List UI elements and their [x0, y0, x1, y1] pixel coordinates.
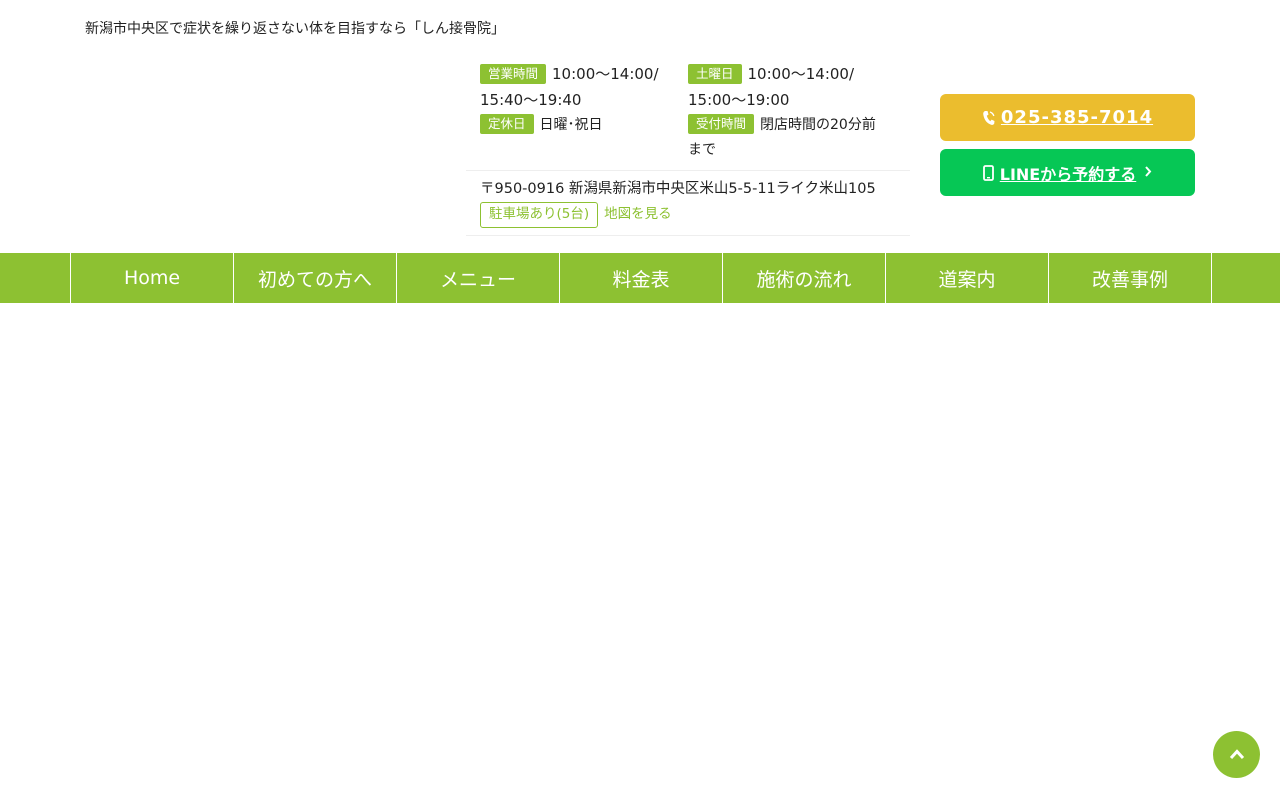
nav-item-home[interactable]: Home: [71, 253, 234, 303]
saturday-hours-badge: 土曜日: [688, 64, 742, 84]
phone-number: 025-385-7014: [1000, 107, 1154, 128]
nav-item-treatment-flow[interactable]: 施術の流れ: [723, 253, 886, 303]
chevron-right-icon: [1144, 165, 1152, 181]
line-reservation-button[interactable]: LINEから予約する: [940, 149, 1195, 196]
smartphone-icon: [982, 164, 994, 181]
hours-column-right: 土曜日 10:00〜14:00/ 15:00〜19:00 受付時間 閉店時間の20分…: [688, 62, 910, 163]
phone-call-button[interactable]: 025-385-7014: [940, 94, 1195, 141]
nav-inner: Home 初めての方へ メニュー 料金表 施術の流れ 道案内 改善事例: [70, 253, 1212, 303]
phone-icon: [982, 110, 995, 126]
reception-hours-line2: まで: [688, 142, 716, 158]
weekday-hours-line2: 15:40〜19:40: [480, 91, 582, 109]
weekday-hours-line1: 10:00〜14:00/: [552, 65, 659, 83]
map-link[interactable]: 地図を見る: [604, 206, 672, 222]
nav-item-menu[interactable]: メニュー: [397, 253, 560, 303]
nav-item-case-studies[interactable]: 改善事例: [1049, 253, 1212, 303]
address-box: 〒950-0916 新潟県新潟市中央区米山5-5-11ライク米山105 駐車場あ…: [466, 170, 910, 236]
parking-row: 駐車場あり(5台) 地図を見る: [480, 202, 896, 228]
weekday-hours-badge: 営業時間: [480, 64, 547, 84]
line-reservation-label: LINEから予約する: [999, 164, 1137, 184]
saturday-hours-line2: 15:00〜19:00: [688, 91, 790, 109]
page: 新潟市中央区で症状を繰り返さない体を目指すなら「しん接骨院」 営業時間 10:00…: [0, 0, 1280, 800]
global-nav: Home 初めての方へ メニュー 料金表 施術の流れ 道案内 改善事例: [0, 253, 1280, 303]
nav-item-first-visit[interactable]: 初めての方へ: [234, 253, 397, 303]
closed-days-badge: 定休日: [480, 114, 534, 134]
business-info: 営業時間 10:00〜14:00/ 15:40〜19:40 定休日 日曜･祝日 土曜…: [466, 58, 910, 236]
site-tagline: 新潟市中央区で症状を繰り返さない体を目指すなら「しん接骨院」: [85, 21, 505, 37]
reception-hours-badge: 受付時間: [688, 114, 755, 134]
reception-hours-line1: 閉店時間の20分前: [760, 117, 876, 133]
saturday-hours-line1: 10:00〜14:00/: [747, 65, 855, 83]
hours-column-left: 営業時間 10:00〜14:00/ 15:40〜19:40 定休日 日曜･祝日: [480, 62, 680, 138]
hours-grid: 営業時間 10:00〜14:00/ 15:40〜19:40 定休日 日曜･祝日 土曜…: [466, 58, 910, 168]
nav-item-pricing[interactable]: 料金表: [560, 253, 723, 303]
scroll-to-top-button[interactable]: [1213, 731, 1260, 778]
nav-item-directions[interactable]: 道案内: [886, 253, 1049, 303]
chevron-up-icon: [1229, 745, 1245, 764]
closed-days-value: 日曜･祝日: [539, 117, 603, 133]
address-text: 〒950-0916 新潟県新潟市中央区米山5-5-11ライク米山105: [480, 181, 876, 197]
parking-tag: 駐車場あり(5台): [480, 202, 599, 228]
